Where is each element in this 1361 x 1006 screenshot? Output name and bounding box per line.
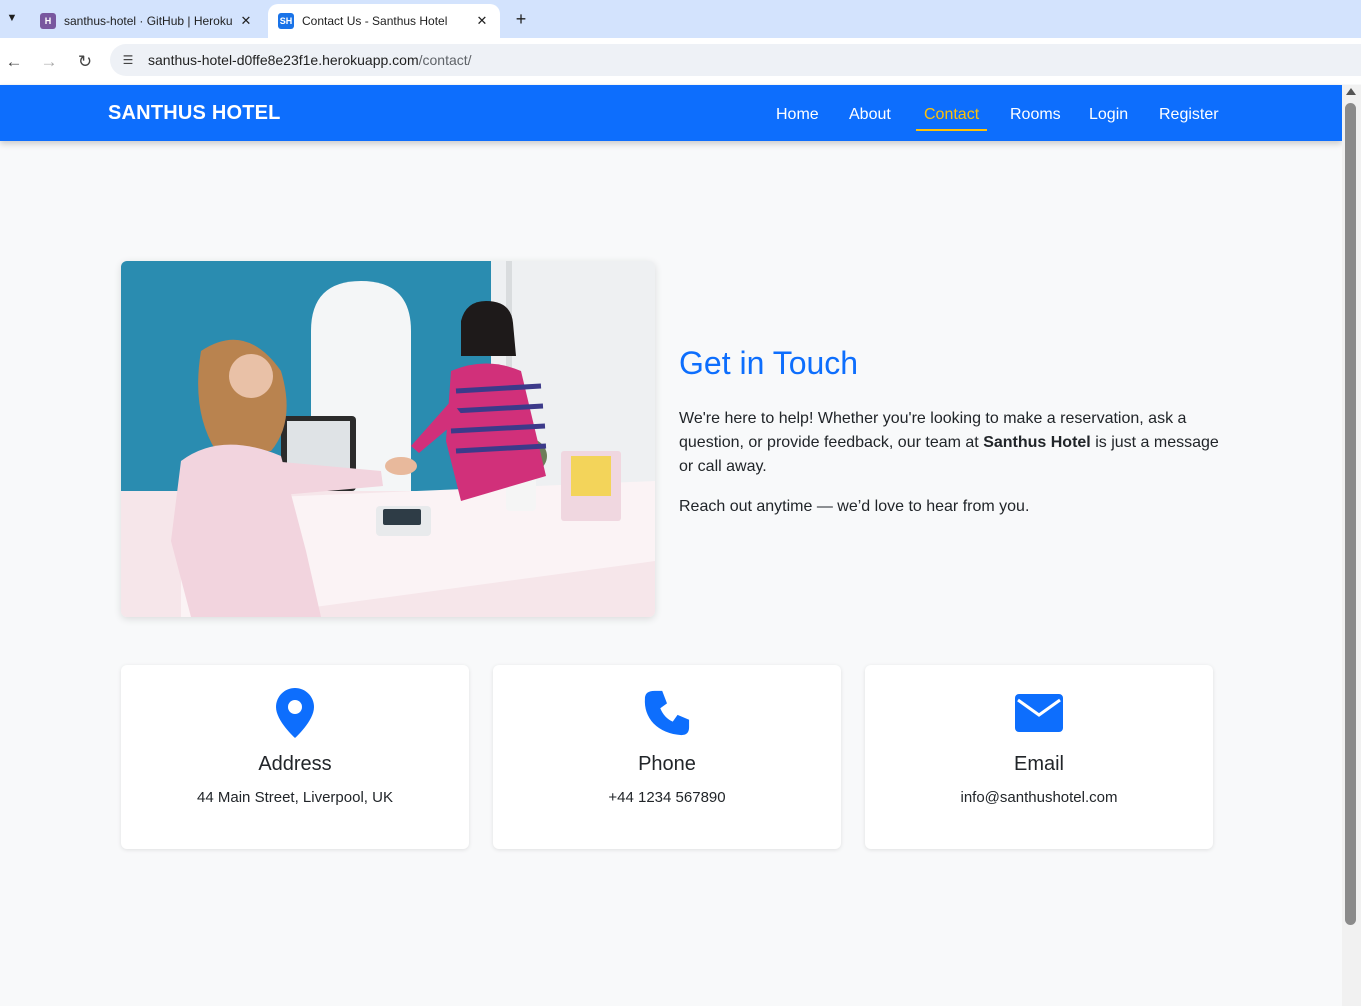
address-value: 44 Main Street, Liverpool, UK <box>197 789 393 806</box>
email-card: Email info@santhushotel.com <box>865 665 1213 849</box>
active-nav-underline <box>916 129 987 131</box>
email-title: Email <box>1013 753 1064 775</box>
email-value[interactable]: info@santhushotel.com <box>865 789 1213 806</box>
reload-icon[interactable]: ↻ <box>73 50 97 74</box>
intro-hotel-name: Santhus Hotel <box>983 434 1091 451</box>
address-title: Address <box>258 753 332 775</box>
url-host: santhus-hotel-d0ffe8e23f1e.herokuapp.com <box>148 52 419 68</box>
envelope-icon <box>1015 687 1063 739</box>
nav-link-about[interactable]: About <box>849 106 891 124</box>
tab-title: Contact Us - Santhus Hotel <box>302 14 448 28</box>
page-scrollbar[interactable] <box>1342 85 1361 1006</box>
site-navbar: SANTHUS HOTEL Home About Contact Rooms L… <box>0 85 1342 141</box>
brand-logo[interactable]: SANTHUS HOTEL <box>108 102 281 125</box>
close-tab-icon[interactable]: ✕ <box>474 13 490 29</box>
reception-photo <box>121 261 655 617</box>
map-pin-icon <box>271 687 319 739</box>
site-info-icon[interactable]: ☰ <box>120 52 136 68</box>
address-card: Address 44 Main Street, Liverpool, UK <box>121 665 469 849</box>
nav-link-login[interactable]: Login <box>1089 106 1128 124</box>
forward-arrow-icon[interactable]: → <box>37 50 61 74</box>
phone-title: Phone <box>638 753 696 775</box>
page-heading: Get in Touch <box>679 345 859 381</box>
browser-tab-strip: ▼ H santhus-hotel · GitHub | Heroku ✕ SH… <box>0 0 1361 38</box>
scroll-up-arrow-icon[interactable] <box>1346 88 1356 95</box>
phone-card: Phone +44 1234 567890 <box>493 665 841 849</box>
tab-search-chevron-icon[interactable]: ▼ <box>2 8 22 28</box>
address-bar[interactable]: ☰ santhus-hotel-d0ffe8e23f1e.herokuapp.c… <box>110 44 1361 76</box>
phone-value: +44 1234 567890 <box>608 789 726 806</box>
browser-toolbar: ← → ↻ ☰ santhus-hotel-d0ffe8e23f1e.herok… <box>0 38 1361 84</box>
phone-icon <box>643 687 691 739</box>
tab-title: santhus-hotel · GitHub | Heroku <box>64 14 233 28</box>
nav-link-contact[interactable]: Contact <box>924 106 979 124</box>
url-text[interactable]: santhus-hotel-d0ffe8e23f1e.herokuapp.com… <box>148 52 472 68</box>
scrollbar-thumb[interactable] <box>1345 103 1356 925</box>
browser-tab-contact[interactable]: SH Contact Us - Santhus Hotel ✕ <box>268 4 500 38</box>
close-tab-icon[interactable]: ✕ <box>238 13 254 29</box>
nav-link-rooms[interactable]: Rooms <box>1010 106 1061 124</box>
new-tab-plus-icon[interactable]: + <box>510 8 532 30</box>
nav-link-register[interactable]: Register <box>1159 106 1219 124</box>
intro-paragraph: We're here to help! Whether you're looki… <box>679 407 1219 479</box>
heroku-favicon-icon: H <box>40 13 56 29</box>
site-favicon-icon: SH <box>278 13 294 29</box>
reach-out-paragraph: Reach out anytime — we’d love to hear fr… <box>679 498 1030 515</box>
url-path: /contact/ <box>418 52 472 68</box>
nav-link-home[interactable]: Home <box>776 106 819 124</box>
back-arrow-icon[interactable]: ← <box>2 50 26 74</box>
browser-tab-heroku[interactable]: H santhus-hotel · GitHub | Heroku ✕ <box>30 4 264 38</box>
